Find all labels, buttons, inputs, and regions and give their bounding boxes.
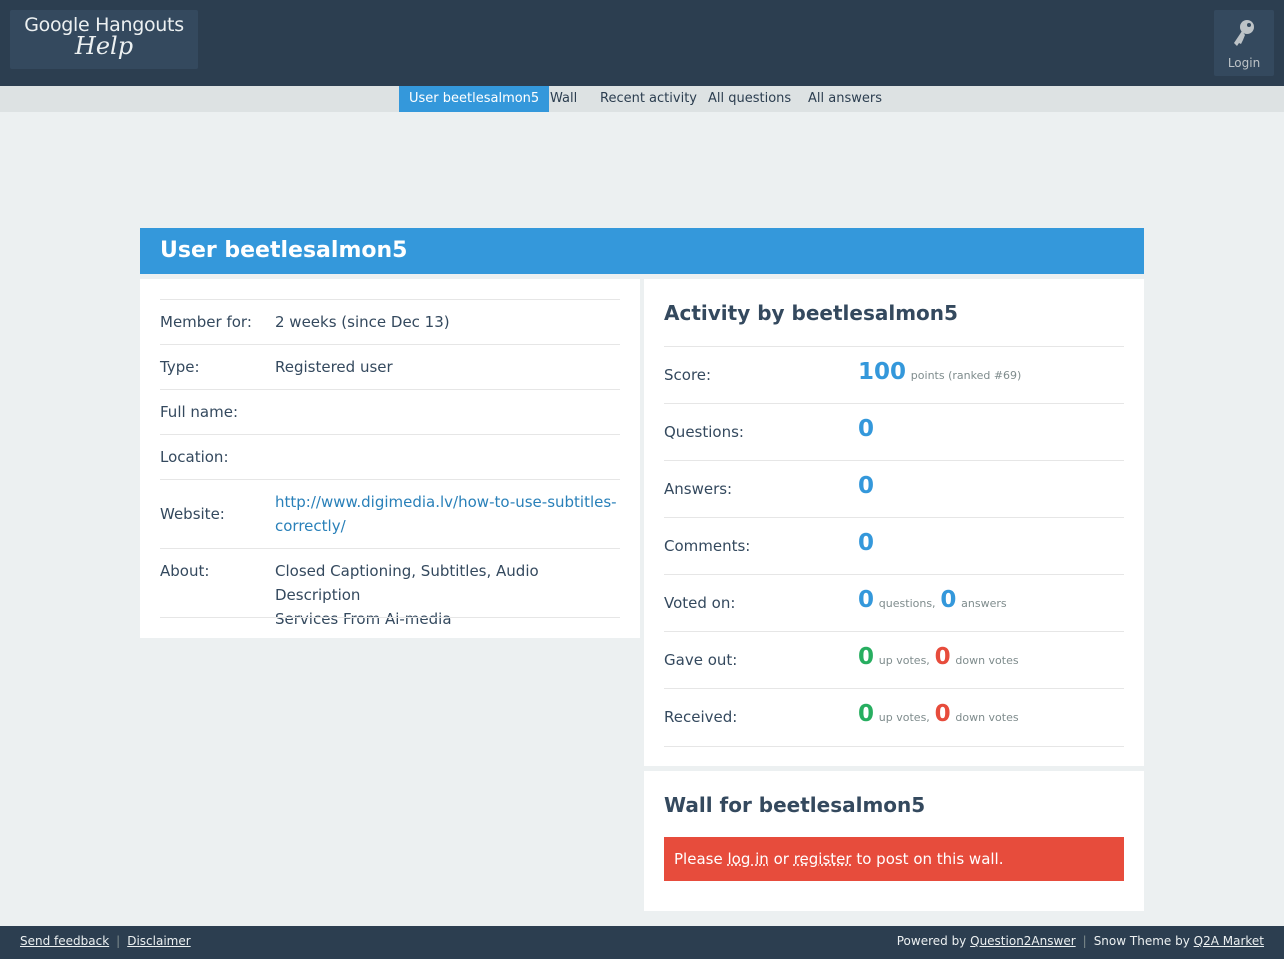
send-feedback-link[interactable]: Send feedback (20, 934, 109, 948)
voted-answers-note: answers (961, 597, 1007, 610)
wall-title: Wall for beetlesalmon5 (664, 793, 926, 817)
footer-separator: | (1082, 934, 1087, 948)
type-label: Type: (160, 358, 200, 376)
location-row: Location: (160, 434, 620, 480)
answers-count: 0 (858, 473, 875, 499)
wall-login-alert: Please log in or register to post on thi… (664, 837, 1124, 881)
score-number: 100 (858, 359, 907, 385)
voted-questions-note: questions, (878, 597, 936, 610)
footer: Send feedback | Disclaimer Powered by Ques… (0, 926, 1284, 959)
site-logo[interactable]: Google Hangouts Help (10, 10, 198, 69)
location-label: Location: (160, 448, 229, 466)
nav-wall[interactable]: Wall (540, 86, 587, 112)
gave-out-value: 0 up votes, 0 down votes (858, 644, 1019, 670)
voted-questions-count: 0 (858, 587, 875, 613)
answers-label: Answers: (664, 480, 733, 498)
member-for-value: 2 weeks (since Dec 13) (275, 313, 450, 331)
gave-up-note: up votes, (878, 654, 930, 667)
comments-count: 0 (858, 530, 875, 556)
received-up-note: up votes, (878, 711, 930, 724)
type-value: Registered user (275, 358, 393, 376)
questions-count: 0 (858, 416, 875, 442)
score-row: Score: 100 points (ranked #69) (664, 346, 1124, 404)
login-link[interactable]: log in (727, 850, 768, 868)
snow-theme-text: Snow Theme by (1093, 934, 1190, 948)
voted-answers-count: 0 (940, 587, 957, 613)
wall-panel: Wall for beetlesalmon5 Please log in or … (644, 771, 1144, 911)
score-note: points (ranked #69) (910, 369, 1022, 382)
answers-row: Answers: 0 (664, 460, 1124, 518)
alert-text-post: to post on this wall. (856, 850, 1004, 868)
website-link-line2[interactable]: correctly/ (275, 517, 346, 535)
type-row: Type: Registered user (160, 344, 620, 390)
member-for-row: Member for: 2 weeks (since Dec 13) (160, 299, 620, 345)
received-value: 0 up votes, 0 down votes (858, 701, 1019, 727)
received-row: Received: 0 up votes, 0 down votes (664, 688, 1124, 747)
about-line2: Services From Ai-media (275, 610, 452, 628)
comments-label: Comments: (664, 537, 751, 555)
top-bar: Google Hangouts Help Login (0, 0, 1284, 86)
logo-line2: Help (74, 32, 134, 60)
questions-row: Questions: 0 (664, 403, 1124, 461)
gave-down-note: down votes (955, 654, 1019, 667)
voted-value: 0 questions, 0 answers (858, 587, 1007, 613)
website-link-line1[interactable]: http://www.digimedia.lv/how-to-use-subti… (275, 493, 617, 511)
nav-all-questions[interactable]: All questions (698, 86, 801, 112)
register-link[interactable]: register (794, 850, 852, 868)
activity-title: Activity by beetlesalmon5 (664, 301, 958, 325)
voted-label: Voted on: (664, 594, 736, 612)
gave-out-label: Gave out: (664, 651, 738, 669)
profile-divider (160, 617, 620, 618)
login-label: Login (1227, 56, 1261, 70)
footer-separator: | (116, 934, 121, 948)
alert-text-pre: Please (674, 850, 723, 868)
fullname-row: Full name: (160, 389, 620, 435)
received-down-note: down votes (955, 711, 1019, 724)
about-row: About: Closed Captioning, Subtitles, Aud… (160, 548, 620, 628)
key-icon (1234, 20, 1254, 46)
comments-row: Comments: 0 (664, 517, 1124, 575)
questions-label: Questions: (664, 423, 744, 441)
disclaimer-link[interactable]: Disclaimer (127, 934, 190, 948)
profile-panel: Member for: 2 weeks (since Dec 13) Type:… (140, 279, 640, 638)
gave-up-count: 0 (858, 644, 875, 670)
received-label: Received: (664, 708, 738, 726)
alert-text-or: or (773, 850, 789, 868)
about-label: About: (160, 562, 210, 580)
login-button[interactable]: Login (1214, 10, 1274, 76)
website-row: Website: http://www.digimedia.lv/how-to-… (160, 479, 620, 549)
gave-down-count: 0 (934, 644, 951, 670)
score-label: Score: (664, 366, 712, 384)
page-title-bar: User beetlesalmon5 (140, 228, 1144, 274)
fullname-label: Full name: (160, 403, 239, 421)
q2a-link[interactable]: Question2Answer (970, 934, 1076, 948)
powered-by-text: Powered by (896, 934, 967, 948)
q2a-market-link[interactable]: Q2A Market (1194, 934, 1264, 948)
about-value: Closed Captioning, Subtitles, Audio Desc… (275, 559, 620, 631)
website-label: Website: (160, 505, 225, 523)
about-line1: Closed Captioning, Subtitles, Audio Desc… (275, 562, 539, 604)
activity-panel: Activity by beetlesalmon5 Score: 100 poi… (644, 279, 1144, 766)
nav-user[interactable]: User beetlesalmon5 (399, 86, 550, 112)
nav-all-answers[interactable]: All answers (798, 86, 892, 112)
gave-out-row: Gave out: 0 up votes, 0 down votes (664, 631, 1124, 689)
nav-recent-activity[interactable]: Recent activity (590, 86, 707, 112)
page-title: User beetlesalmon5 (160, 238, 408, 263)
member-for-label: Member for: (160, 313, 252, 331)
received-down-count: 0 (934, 701, 951, 727)
score-value: 100 points (ranked #69) (858, 359, 1021, 385)
voted-row: Voted on: 0 questions, 0 answers (664, 574, 1124, 632)
nav-bar: User beetlesalmon5 Wall Recent activity … (0, 86, 1284, 112)
received-up-count: 0 (858, 701, 875, 727)
website-link[interactable]: http://www.digimedia.lv/how-to-use-subti… (275, 490, 620, 538)
